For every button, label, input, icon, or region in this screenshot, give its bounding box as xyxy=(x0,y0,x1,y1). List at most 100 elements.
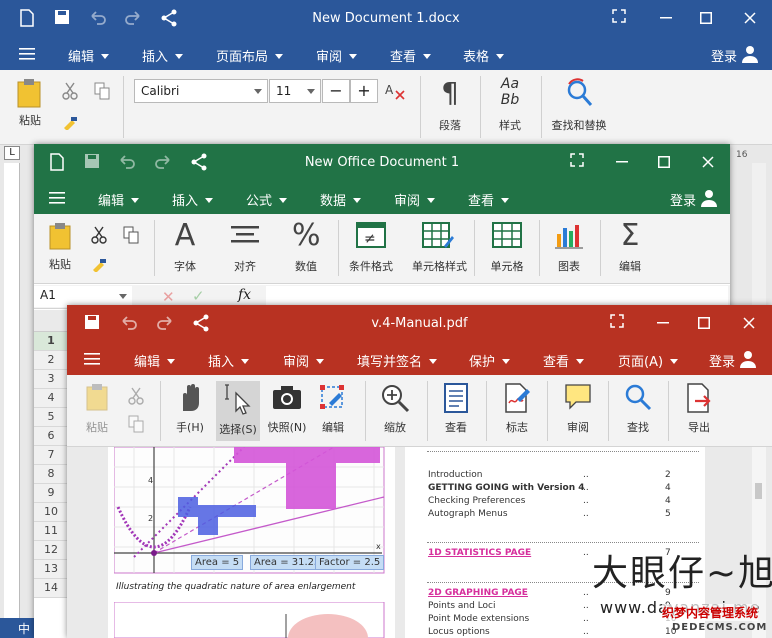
snapshot-button[interactable]: 快照(N) xyxy=(268,383,306,435)
cell-reference-box[interactable]: A1 xyxy=(34,286,132,307)
maximize-icon[interactable] xyxy=(700,12,712,24)
paste-button[interactable]: 粘贴 xyxy=(85,383,109,435)
hamburger-menu-icon[interactable] xyxy=(19,47,35,61)
zoom-button[interactable]: 缩放 xyxy=(380,383,410,435)
mark-button[interactable]: 标志 xyxy=(503,383,531,435)
menu-protect[interactable]: 保护 xyxy=(469,351,510,370)
close-icon[interactable] xyxy=(744,12,756,24)
font-name-select[interactable]: Calibri xyxy=(134,79,268,103)
toc-entry[interactable]: Checking Preferences.. 4 xyxy=(428,496,688,506)
hamburger-menu-icon[interactable] xyxy=(84,352,100,366)
decrease-font-button[interactable]: − xyxy=(322,79,350,103)
toc-entry[interactable]: Introduction.. 2 xyxy=(428,470,688,480)
find-button[interactable]: 查找 xyxy=(624,383,652,435)
cancel-icon[interactable]: ✕ xyxy=(162,288,175,306)
row-header[interactable]: 7 xyxy=(34,446,68,465)
select-all-corner[interactable] xyxy=(34,310,68,332)
menu-review[interactable]: 审阅 xyxy=(316,46,357,65)
confirm-icon[interactable]: ✓ xyxy=(192,287,205,305)
menu-page[interactable]: 页面(A) xyxy=(618,351,678,370)
row-header[interactable]: 3 xyxy=(34,370,68,389)
find-replace-button[interactable]: 查找和替换 xyxy=(552,78,607,133)
fullscreen-icon[interactable] xyxy=(610,314,624,328)
row-header[interactable]: 1 xyxy=(34,332,68,351)
menu-view[interactable]: 查看 xyxy=(543,351,584,370)
menu-edit[interactable]: 编辑 xyxy=(98,190,139,209)
menu-page-layout[interactable]: 页面布局 xyxy=(216,46,283,65)
font-size-select[interactable]: 11 xyxy=(269,79,321,103)
login-button[interactable]: 登录 xyxy=(711,46,737,65)
menu-table[interactable]: 表格 xyxy=(463,46,504,65)
review-button[interactable]: 审阅 xyxy=(564,383,592,435)
maximize-icon[interactable] xyxy=(658,156,670,168)
format-painter-icon[interactable] xyxy=(91,258,107,272)
formula-input[interactable] xyxy=(266,286,728,307)
chart-button[interactable]: 图表 xyxy=(554,222,584,274)
number-button[interactable]: % 数值 xyxy=(292,220,321,274)
row-header[interactable]: 8 xyxy=(34,465,68,484)
menu-formula[interactable]: 公式 xyxy=(246,190,287,209)
cut-icon[interactable] xyxy=(128,387,144,405)
row-header[interactable]: 6 xyxy=(34,427,68,446)
menu-review[interactable]: 审阅 xyxy=(394,190,435,209)
user-icon[interactable] xyxy=(739,350,757,368)
menu-edit[interactable]: 编辑 xyxy=(68,46,109,65)
styles-button[interactable]: Aa Bb 样式 xyxy=(496,76,524,133)
minimize-icon[interactable] xyxy=(657,322,669,324)
row-header[interactable]: 12 xyxy=(34,541,68,560)
clear-format-icon[interactable]: A xyxy=(384,82,406,102)
toc-entry[interactable]: Autograph Menus.. 5 xyxy=(428,509,688,519)
copy-icon[interactable] xyxy=(94,82,110,100)
export-button[interactable]: 导出 xyxy=(685,383,713,435)
row-header[interactable]: 13 xyxy=(34,560,68,579)
view-button[interactable]: 查看 xyxy=(443,383,469,435)
menu-insert[interactable]: 插入 xyxy=(142,46,183,65)
row-header[interactable]: 9 xyxy=(34,484,68,503)
select-tool-button[interactable]: 选择(S) xyxy=(216,381,260,441)
hamburger-menu-icon[interactable] xyxy=(49,191,65,205)
row-header[interactable]: 4 xyxy=(34,389,68,408)
hand-tool-button[interactable]: 手(H) xyxy=(176,383,204,435)
user-icon[interactable] xyxy=(700,189,718,207)
paragraph-button[interactable]: ¶ 段落 xyxy=(437,78,463,133)
cut-icon[interactable] xyxy=(62,82,78,100)
minimize-icon[interactable] xyxy=(660,17,672,19)
paste-button[interactable]: 粘贴 xyxy=(48,222,72,272)
row-header[interactable]: 14 xyxy=(34,579,68,598)
fullscreen-icon[interactable] xyxy=(612,9,626,23)
login-button[interactable]: 登录 xyxy=(709,351,735,370)
user-icon[interactable] xyxy=(741,45,759,63)
paste-button[interactable]: 粘贴 xyxy=(16,78,44,128)
menu-insert[interactable]: 插入 xyxy=(172,190,213,209)
row-header[interactable]: 2 xyxy=(34,351,68,370)
maximize-icon[interactable] xyxy=(698,317,710,329)
format-painter-icon[interactable] xyxy=(62,116,78,130)
copy-icon[interactable] xyxy=(123,226,139,244)
menu-fill-sign[interactable]: 填写并签名 xyxy=(357,351,437,370)
menu-view[interactable]: 查看 xyxy=(468,190,509,209)
cut-icon[interactable] xyxy=(91,226,107,244)
close-icon[interactable] xyxy=(743,317,755,329)
row-header[interactable]: 10 xyxy=(34,503,68,522)
function-icon[interactable]: fx xyxy=(238,287,251,303)
menu-view[interactable]: 查看 xyxy=(390,46,431,65)
menu-edit[interactable]: 编辑 xyxy=(134,351,175,370)
edit-button[interactable]: 编辑 xyxy=(319,383,347,435)
toc-entry[interactable]: GETTING GOING with Version 4.. 4 xyxy=(428,483,688,493)
toc-entry[interactable]: Locus options.. 10 xyxy=(428,627,688,637)
cells-button[interactable]: 单元格 xyxy=(491,222,524,274)
menu-data[interactable]: 数据 xyxy=(320,190,361,209)
menu-review[interactable]: 审阅 xyxy=(283,351,324,370)
row-header[interactable]: 11 xyxy=(34,522,68,541)
copy-icon[interactable] xyxy=(128,415,144,433)
edit-button[interactable]: Σ 编辑 xyxy=(617,220,643,274)
conditional-format-button[interactable]: ≠ 条件格式 xyxy=(349,222,393,274)
cell-style-button[interactable]: 单元格样式 xyxy=(412,222,467,274)
scrollbar-thumb[interactable] xyxy=(755,483,762,499)
fullscreen-icon[interactable] xyxy=(570,153,584,167)
menu-insert[interactable]: 插入 xyxy=(208,351,249,370)
minimize-icon[interactable] xyxy=(616,161,628,163)
login-button[interactable]: 登录 xyxy=(670,190,696,209)
close-icon[interactable] xyxy=(702,156,714,168)
font-button[interactable]: A 字体 xyxy=(172,220,198,274)
